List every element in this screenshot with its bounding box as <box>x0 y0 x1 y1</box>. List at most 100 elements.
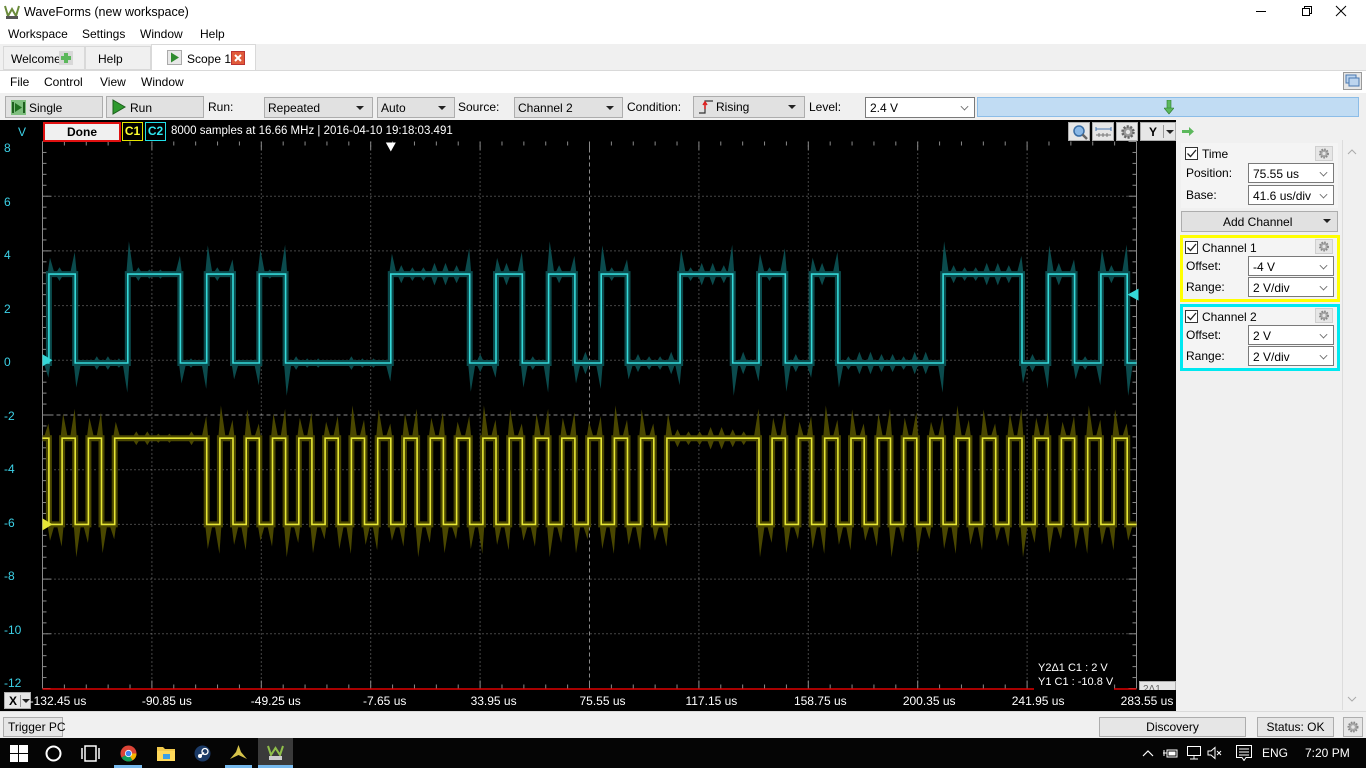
run-button[interactable]: Run <box>106 96 204 118</box>
steam-icon[interactable] <box>194 745 211 762</box>
channel-2-toggle[interactable]: C2 <box>145 122 166 141</box>
add-channel-label: Add Channel <box>1223 215 1293 229</box>
channel-1-overshoot <box>455 421 463 439</box>
power-icon[interactable] <box>1163 747 1178 759</box>
trigger-condition-select[interactable]: Rising <box>693 96 805 118</box>
device-status: Status: OK <box>1257 717 1334 737</box>
scroll-down-icon[interactable] <box>1347 696 1357 703</box>
windows-start-icon[interactable] <box>10 745 28 762</box>
network-icon[interactable] <box>1187 746 1202 760</box>
channel-1-offset-select[interactable]: -4 V <box>1248 256 1334 276</box>
channel-1-settings-button[interactable] <box>1315 239 1333 254</box>
single-button[interactable]: Single <box>5 96 103 118</box>
channel-2-overshoot <box>520 363 529 388</box>
menu-file[interactable]: File <box>10 75 29 89</box>
channel-1-undershoot <box>477 524 485 554</box>
gear-icon <box>1319 310 1329 321</box>
cortana-icon[interactable] <box>45 745 62 762</box>
time-checkbox[interactable] <box>1185 147 1198 160</box>
task-view-icon[interactable] <box>80 745 101 762</box>
menu-window[interactable]: Window <box>140 27 183 41</box>
waveform-plot[interactable] <box>0 120 1176 711</box>
show-hidden-icons-icon[interactable] <box>1142 749 1154 757</box>
channel-2-checkbox[interactable] <box>1185 310 1198 323</box>
channel-2-undershoot <box>832 252 840 275</box>
channel-1-range-select[interactable]: 2 V/div <box>1248 277 1334 297</box>
chevron-down-icon <box>1319 282 1328 291</box>
trigger-pc-button[interactable]: Trigger PC <box>3 717 66 737</box>
collapse-arrow-icon[interactable] <box>1182 127 1194 136</box>
channel-2-overshoot <box>599 245 607 275</box>
time-base-select[interactable]: 41.6 us/div <box>1248 185 1334 205</box>
channel-2-overshoot <box>205 245 213 275</box>
channel-1-toggle[interactable]: C1 <box>122 122 143 141</box>
channel-1-undershoot <box>1069 416 1077 439</box>
tab-welcome[interactable]: Welcome <box>3 46 85 70</box>
minimize-button[interactable] <box>1238 0 1284 24</box>
acquisition-toolbar: Single Run Run: Repeated Auto Source: Ch… <box>0 92 1366 120</box>
y-axis-menu-button[interactable]: Y <box>1140 122 1176 141</box>
dock-window-icon[interactable] <box>1343 72 1362 90</box>
trigger-level-arrow-icon[interactable] <box>1164 100 1174 115</box>
channel-1-undershoot <box>333 416 340 439</box>
panel-scrollbar[interactable] <box>1342 140 1362 710</box>
oscilloscope-display[interactable]: V Done C1 C2 8000 samples at 16.66 MHz |… <box>0 120 1176 711</box>
channel-1-undershoot <box>109 524 117 540</box>
channel-1-overshoot <box>47 524 55 541</box>
clock[interactable]: 7:20 PM <box>1305 746 1350 760</box>
trigger-mode-select[interactable]: Auto <box>377 97 455 118</box>
notifications-icon[interactable] <box>1236 745 1252 761</box>
channel-2-settings-button[interactable] <box>1315 308 1333 323</box>
tab-help[interactable]: Help <box>85 46 151 70</box>
time-settings-button[interactable] <box>1315 146 1333 161</box>
chevron-down-icon <box>1319 351 1328 360</box>
channel-1-undershoot <box>254 423 261 439</box>
status-settings-button[interactable] <box>1343 717 1363 737</box>
add-channel-button[interactable]: Add Channel <box>1181 211 1338 232</box>
file-explorer-icon[interactable] <box>157 745 175 761</box>
chevron-down-icon <box>1319 261 1328 270</box>
channel-2-overshoot <box>678 249 686 275</box>
volume-muted-icon[interactable] <box>1207 746 1222 760</box>
trigger-source-select[interactable]: Channel 2 <box>514 97 623 118</box>
menu-workspace[interactable]: Workspace <box>8 27 68 41</box>
channel-1-undershoot <box>990 423 998 439</box>
channel-2-undershoot <box>385 363 393 382</box>
channel-2-offset-select[interactable]: 2 V <box>1248 325 1334 345</box>
close-tab-icon[interactable] <box>231 51 245 65</box>
close-window-button[interactable] <box>1330 0 1366 24</box>
zoom-button[interactable] <box>1068 122 1090 141</box>
channel-1-overshoot <box>954 405 962 439</box>
time-position-select[interactable]: 75.55 us <box>1248 163 1334 183</box>
channel-2-undershoot <box>122 363 130 393</box>
channel-2-range-select[interactable]: 2 V/div <box>1248 346 1334 366</box>
digilent-app-icon[interactable] <box>229 744 248 762</box>
restore-icon <box>1302 6 1312 16</box>
rising-edge-icon <box>699 100 713 114</box>
trigger-level-input[interactable]: 2.4 V <box>865 97 975 118</box>
channel-2-undershoot <box>806 363 814 378</box>
plus-icon[interactable] <box>59 51 73 65</box>
plot-settings-button[interactable] <box>1116 122 1138 141</box>
scroll-up-icon[interactable] <box>1347 148 1357 155</box>
measure-button[interactable] <box>1092 122 1114 141</box>
x-axis-menu-button[interactable]: X <box>4 692 31 709</box>
trigger-mode-value: Auto <box>381 101 406 115</box>
device-info[interactable]: Discovery SN:210244439175 <box>1099 717 1246 752</box>
menu-scope-window[interactable]: Window <box>141 75 184 89</box>
channel-1-undershoot <box>96 412 104 439</box>
trigger-level-slider[interactable] <box>977 97 1359 117</box>
waveforms-taskbar-button[interactable] <box>258 738 293 768</box>
input-language[interactable]: ENG <box>1262 746 1288 760</box>
menu-control[interactable]: Control <box>44 75 83 89</box>
menu-help[interactable]: Help <box>200 27 225 41</box>
channel-1-checkbox[interactable] <box>1185 241 1198 254</box>
tab-scope-1[interactable]: Scope 1 <box>151 44 256 71</box>
restore-button[interactable] <box>1284 0 1330 24</box>
run-mode-select[interactable]: Repeated <box>264 97 373 118</box>
chrome-icon[interactable] <box>120 745 137 762</box>
close-icon <box>1335 5 1347 17</box>
channel-2-undershoot <box>70 252 77 275</box>
menu-view[interactable]: View <box>100 75 126 89</box>
menu-settings[interactable]: Settings <box>82 27 125 41</box>
